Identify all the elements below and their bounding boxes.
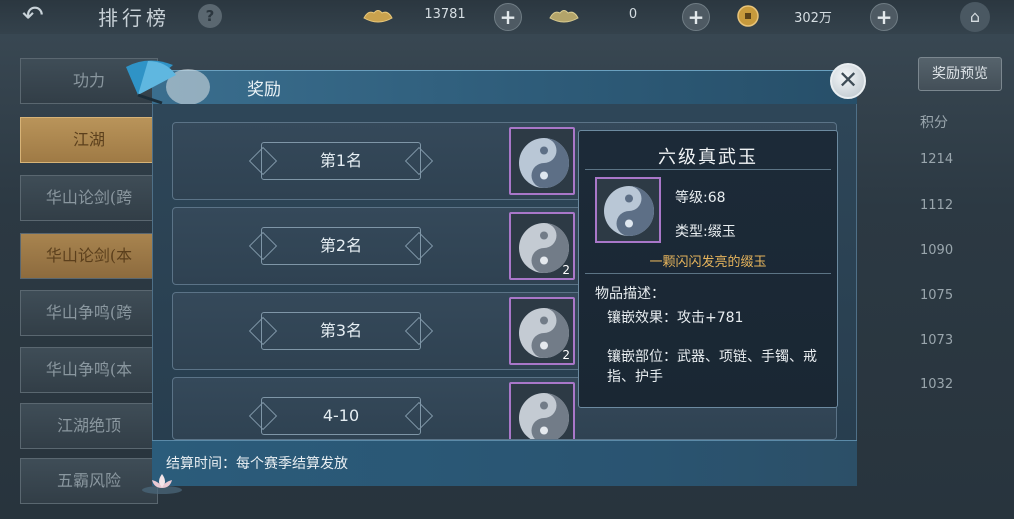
reward-count: 2 <box>562 263 570 277</box>
reward-item-slot[interactable] <box>509 382 575 439</box>
currency-amount: 302万 <box>794 11 832 26</box>
item-inlay-slots: 镶嵌部位：武器、项链、手镯、戒指、护手 <box>607 349 817 385</box>
item-flavor-text: 一颗闪闪发亮的缀玉 <box>649 255 767 270</box>
sidebar-tab[interactable]: 华山论剑(跨 <box>20 175 158 221</box>
add-bound-button[interactable]: + <box>682 3 710 31</box>
item-name: 六级真武玉 <box>658 147 758 168</box>
rank-label: 第3名 <box>261 312 421 350</box>
score-cell: 1090 <box>920 243 954 258</box>
score-column-header: 积分 <box>920 115 948 131</box>
close-button[interactable]: ✕ <box>830 63 866 99</box>
currency-amount: 13781 <box>424 7 466 22</box>
divider <box>585 169 831 170</box>
sidebar-tab[interactable]: 华山争鸣(跨 <box>20 290 158 336</box>
jade-yinyang-icon <box>519 138 569 188</box>
back-arrow-icon[interactable]: ↶ <box>22 2 58 30</box>
item-tooltip: 六级真武玉 等级:68 类型:缀玉 一颗闪闪发亮的缀玉 物品描述： 镶嵌效果：攻… <box>578 130 838 408</box>
item-description-label: 物品描述： <box>595 286 665 302</box>
lotus-decoration-icon <box>142 474 182 494</box>
sidebar-tab[interactable]: 华山论剑(本 <box>20 233 158 279</box>
rank-label: 4-10 <box>261 397 421 435</box>
jade-yinyang-icon <box>519 393 569 439</box>
reward-item-slot[interactable]: 2 <box>509 297 575 365</box>
score-cell: 1073 <box>920 333 954 348</box>
reward-count: 2 <box>562 348 570 362</box>
item-level: 等级:68 <box>675 190 726 206</box>
jade-yinyang-icon <box>604 186 654 236</box>
bound-ingot-icon <box>549 10 579 23</box>
coin-icon <box>737 5 759 27</box>
score-cell: 1112 <box>920 198 954 213</box>
home-icon[interactable]: ⌂ <box>960 2 990 32</box>
item-type: 类型:缀玉 <box>675 224 736 240</box>
top-bar: ↶ 排行榜 ? 13781 + 0 + 302万 + ⌂ <box>0 0 1014 34</box>
rank-label: 第2名 <box>261 227 421 265</box>
sidebar-tab[interactable]: 华山争鸣(本 <box>20 347 158 393</box>
add-gold-button[interactable]: + <box>494 3 522 31</box>
gold-ingot-icon <box>363 10 393 23</box>
score-cell: 1032 <box>920 377 954 392</box>
item-icon-frame <box>595 177 661 243</box>
modal-title-bar: 奖励 <box>152 70 857 104</box>
fan-decoration-icon <box>126 60 210 105</box>
score-cell: 1075 <box>920 288 954 303</box>
help-button[interactable]: ? <box>198 4 222 28</box>
score-cell: 1214 <box>920 152 954 167</box>
sidebar-tab[interactable]: 江湖绝顶 <box>20 403 158 449</box>
reward-item-slot[interactable]: 2 <box>509 212 575 280</box>
settlement-time-text: 结算时间：每个赛季结算发放 <box>166 456 348 472</box>
settlement-bar: 结算时间：每个赛季结算发放 <box>152 440 857 486</box>
add-coin-button[interactable]: + <box>870 3 898 31</box>
sidebar-tab-active[interactable]: 江湖 <box>20 117 158 163</box>
reward-item-slot[interactable] <box>509 127 575 195</box>
sidebar-tab[interactable]: 五霸风险 <box>20 458 158 504</box>
modal-title: 奖励 <box>247 80 281 100</box>
page-title: 排行榜 <box>98 6 170 30</box>
divider <box>585 273 831 274</box>
item-inlay-effect: 镶嵌效果：攻击+781 <box>607 310 744 326</box>
reward-preview-button[interactable]: 奖励预览 <box>918 57 1002 91</box>
rank-label: 第1名 <box>261 142 421 180</box>
currency-amount: 0 <box>628 7 638 22</box>
